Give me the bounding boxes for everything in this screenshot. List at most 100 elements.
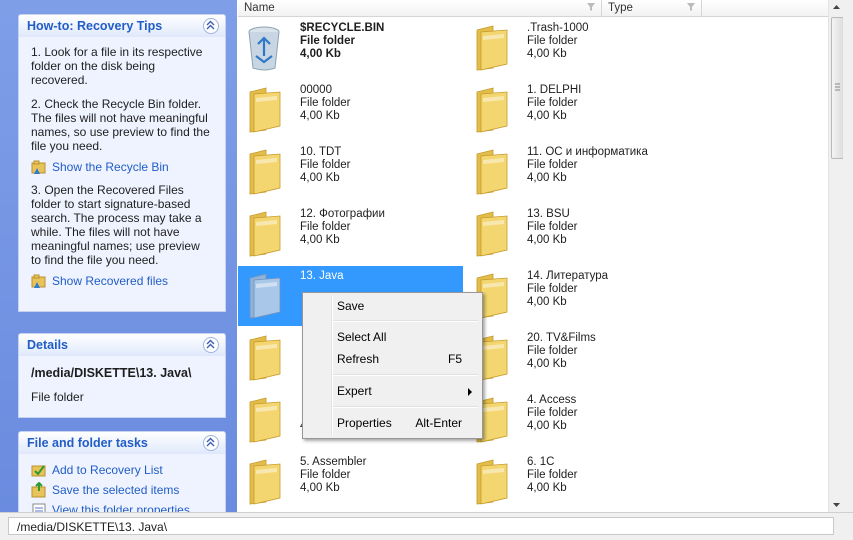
list-item[interactable]: 4. Access File folder 4,00 Kb (465, 390, 690, 450)
folder-icon (244, 396, 284, 444)
menu-separator (333, 406, 478, 408)
tasks-panel-header[interactable]: File and folder tasks (18, 431, 226, 454)
item-text: 12. Фотографии File folder 4,00 Kb (300, 208, 385, 247)
menu-item-properties[interactable]: Properties Alt-Enter (305, 412, 478, 434)
details-path: /media/DISKETTE\13. Java\ (31, 366, 192, 380)
collapse-chevron-icon[interactable] (203, 337, 219, 353)
item-type: File folder (527, 407, 578, 419)
list-header: Name Type (238, 0, 828, 17)
item-type: File folder (527, 345, 578, 357)
item-name: .Trash-1000 (527, 22, 589, 34)
item-name: 13. Java (300, 270, 344, 282)
item-name: 1. DELPHI (527, 84, 582, 96)
tasks-panel-title: File and folder tasks (27, 436, 148, 450)
item-size: 4,00 Kb (527, 110, 567, 122)
list-item[interactable]: 10. TDT File folder 4,00 Kb (238, 142, 463, 202)
menu-item-save[interactable]: Save (305, 295, 478, 317)
tip-2: 2. Check the Recycle Bin folder. The fil… (31, 97, 210, 153)
item-text: 20. TV&Films File folder 4,00 Kb (527, 332, 596, 371)
context-menu: Save Select All Refresh F5 Expert Proper… (302, 292, 483, 439)
folder-icon (244, 210, 284, 258)
column-header-name[interactable]: Name (238, 0, 602, 16)
show-recycle-bin-link[interactable]: Show the Recycle Bin (31, 159, 213, 175)
tip-1: 1. Look for a file in its respective fol… (31, 45, 203, 87)
show-recovered-files-link[interactable]: Show Recovered files (31, 273, 213, 289)
details-type: File folder (31, 390, 84, 404)
details-panel-body: /media/DISKETTE\13. Java\ File folder (18, 356, 226, 418)
add-to-recovery-list-link[interactable]: Add to Recovery List (31, 462, 213, 478)
folder-icon (471, 86, 511, 134)
item-name: 00000 (300, 84, 332, 96)
filter-icon[interactable] (587, 3, 595, 11)
tasks-panel: File and folder tasks Add to Recovery Li… (18, 431, 226, 512)
menu-item-expert-label: Expert (337, 384, 372, 398)
item-name: 13. BSU (527, 208, 570, 220)
list-item[interactable]: 5. Assembler File folder 4,00 Kb (238, 452, 463, 512)
item-size: 4,00 Kb (300, 234, 340, 246)
item-text: 4. Access File folder 4,00 Kb (527, 394, 578, 433)
scroll-down-arrow-icon[interactable] (829, 497, 844, 512)
item-size: 4,00 Kb (527, 420, 567, 432)
properties-icon (32, 503, 46, 512)
item-type: File folder (527, 221, 578, 233)
details-panel-title: Details (27, 338, 68, 352)
save-selected-items-link[interactable]: Save the selected items (31, 482, 213, 498)
item-type: File folder (527, 283, 578, 295)
item-type: File folder (527, 35, 578, 47)
folder-icon (471, 148, 511, 196)
list-item[interactable]: 14. Литература File folder 4,00 Kb (465, 266, 690, 326)
item-type: File folder (300, 159, 351, 171)
item-text: $RECYCLE.BIN File folder 4,00 Kb (300, 22, 384, 61)
item-name: 10. TDT (300, 146, 342, 158)
tasks-panel-body: Add to Recovery List Save the selected i… (18, 454, 226, 512)
details-panel: Details /media/DISKETTE\13. Java\ File f… (18, 333, 226, 418)
save-icon (31, 482, 46, 498)
folder-icon (244, 334, 284, 382)
item-type: File folder (300, 35, 355, 47)
folder-icon (244, 86, 284, 134)
column-header-type[interactable]: Type (602, 0, 702, 16)
item-size: 4,00 Kb (527, 172, 567, 184)
list-item[interactable]: 13. BSU File folder 4,00 Kb (465, 204, 690, 264)
filter-icon[interactable] (687, 3, 695, 11)
menu-item-refresh-label: Refresh (337, 352, 380, 366)
item-size: 4,00 Kb (300, 482, 340, 494)
howto-panel-header[interactable]: How-to: Recovery Tips (18, 14, 226, 37)
details-panel-header[interactable]: Details (18, 333, 226, 356)
menu-item-expert[interactable]: Expert (305, 380, 478, 402)
list-item[interactable]: .Trash-1000 File folder 4,00 Kb (465, 18, 690, 78)
view-folder-properties-link[interactable]: View this folder properties (31, 502, 213, 512)
item-size: 4,00 Kb (527, 234, 567, 246)
item-name: $RECYCLE.BIN (300, 22, 385, 34)
item-size: 4,00 Kb (300, 48, 341, 60)
collapse-chevron-icon[interactable] (203, 18, 219, 34)
menu-item-select-all[interactable]: Select All (305, 326, 478, 348)
list-item[interactable]: 11. ОС и информатика File folder 4,00 Kb (465, 142, 690, 202)
list-item[interactable]: 12. Фотографии File folder 4,00 Kb (238, 204, 463, 264)
item-name: 5. Assembler (300, 456, 367, 468)
folder-link-icon (31, 274, 46, 288)
collapse-chevron-icon[interactable] (203, 435, 219, 451)
item-type: File folder (300, 221, 351, 233)
howto-panel: How-to: Recovery Tips 1. Look for a file… (18, 14, 226, 312)
scroll-up-arrow-icon[interactable] (829, 0, 844, 15)
add-to-list-icon (31, 465, 46, 477)
list-item[interactable]: 00000 File folder 4,00 Kb (238, 80, 463, 140)
item-text: 14. Литература File folder 4,00 Kb (527, 270, 608, 309)
list-item[interactable]: 20. TV&Films File folder 4,00 Kb (465, 328, 690, 388)
list-item[interactable]: $RECYCLE.BIN File folder 4,00 Kb (238, 18, 463, 78)
window-frame (843, 0, 853, 512)
list-item[interactable]: 6. 1C File folder 4,00 Kb (465, 452, 690, 512)
item-text: 11. ОС и информатика File folder 4,00 Kb (527, 146, 648, 185)
list-item[interactable]: 1. DELPHI File folder 4,00 Kb (465, 80, 690, 140)
menu-item-select-all-label: Select All (337, 330, 387, 344)
item-size: 4,00 Kb (527, 482, 567, 494)
menu-item-refresh[interactable]: Refresh F5 (305, 348, 478, 370)
item-name: 12. Фотографии (300, 208, 385, 220)
tip-3: 3. Open the Recovered Files folder to st… (31, 183, 202, 267)
vertical-scrollbar[interactable] (828, 0, 844, 512)
item-type: File folder (300, 469, 351, 481)
show-recycle-bin-label: Show the Recycle Bin (52, 160, 169, 174)
item-text: 13. BSU File folder 4,00 Kb (527, 208, 578, 247)
item-name: 14. Литература (527, 270, 609, 282)
